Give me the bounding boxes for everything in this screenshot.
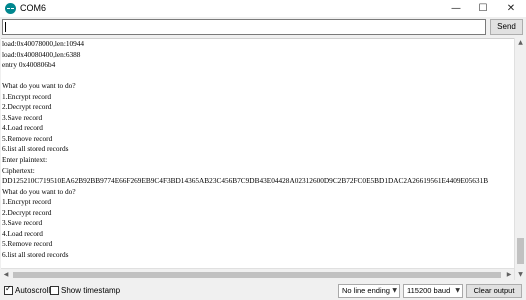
window-title: COM6 (20, 3, 47, 13)
scroll-right-icon[interactable]: ▶ (504, 269, 514, 280)
output-line: load:0x40078000,len:10944 (2, 39, 85, 48)
maximize-button[interactable]: ☐ (470, 0, 496, 17)
output-line: entry 0x400806b4 (2, 60, 56, 70)
horizontal-scroll-thumb[interactable] (13, 272, 501, 278)
output-line: Enter plaintext: (2, 155, 48, 165)
output-line: load:0x40080400,len:6388 (2, 49, 81, 59)
send-button[interactable]: Send (490, 19, 523, 35)
line-ending-select[interactable]: No line ending ▼ (338, 284, 400, 298)
output-line: 3.Save record (2, 218, 43, 228)
output-line: 6.list all stored records (2, 144, 69, 154)
output-line: 5.Remove record (2, 239, 53, 249)
serial-output[interactable]: load:0x40078000,len:10944 load:0x40080400… (1, 38, 514, 280)
vertical-scrollbar[interactable]: ▲ ▼ (514, 38, 526, 280)
output-line: 3.Save record (2, 112, 43, 122)
status-bar: Autoscroll Show timestamp No line ending… (0, 281, 526, 300)
output-line: 4.Load record (2, 123, 43, 133)
output-line: Ciphertext: (2, 165, 35, 175)
horizontal-scrollbar[interactable]: ◀ ▶ (1, 268, 514, 280)
send-input[interactable] (2, 19, 486, 35)
close-button[interactable]: ✕ (498, 0, 524, 17)
clear-output-button[interactable]: Clear output (466, 284, 522, 298)
arduino-icon (5, 3, 16, 14)
output-line: What do you want to do? (2, 186, 76, 196)
title-bar: COM6 — ☐ ✕ (0, 0, 526, 17)
scroll-left-icon[interactable]: ◀ (1, 269, 11, 280)
chevron-down-icon: ▼ (455, 287, 460, 294)
output-line: 5.Remove record (2, 133, 53, 143)
output-line: 1.Encrypt record (2, 91, 52, 101)
chevron-down-icon: ▼ (392, 287, 397, 294)
output-line: 1.Encrypt record (2, 197, 52, 207)
vertical-scroll-thumb[interactable] (517, 238, 524, 264)
output-line: DD125210C719510EA62B92BB9774E66F269EB9C4… (2, 176, 489, 186)
text-caret (5, 22, 6, 32)
scroll-down-icon[interactable]: ▼ (515, 270, 526, 280)
output-line: What do you want to do? (2, 81, 76, 91)
minimize-button[interactable]: — (443, 0, 469, 17)
baud-rate-select[interactable]: 115200 baud ▼ (403, 284, 463, 298)
serial-output-text: load:0x40078000,len:10944 load:0x40080400… (2, 39, 488, 260)
output-line: 2.Decrypt record (2, 207, 52, 217)
output-line: 2.Decrypt record (2, 102, 52, 112)
timestamp-label[interactable]: Show timestamp (61, 286, 120, 296)
send-bar: Send (0, 17, 526, 37)
output-line: 6.list all stored records (2, 249, 69, 259)
autoscroll-checkbox[interactable] (4, 284, 13, 295)
scroll-up-icon[interactable]: ▲ (515, 38, 526, 48)
baud-rate-value: 115200 baud (407, 286, 451, 295)
output-line: 4.Load record (2, 228, 43, 238)
line-ending-value: No line ending (342, 286, 390, 295)
timestamp-checkbox[interactable] (50, 286, 59, 295)
autoscroll-label[interactable]: Autoscroll (15, 286, 50, 296)
